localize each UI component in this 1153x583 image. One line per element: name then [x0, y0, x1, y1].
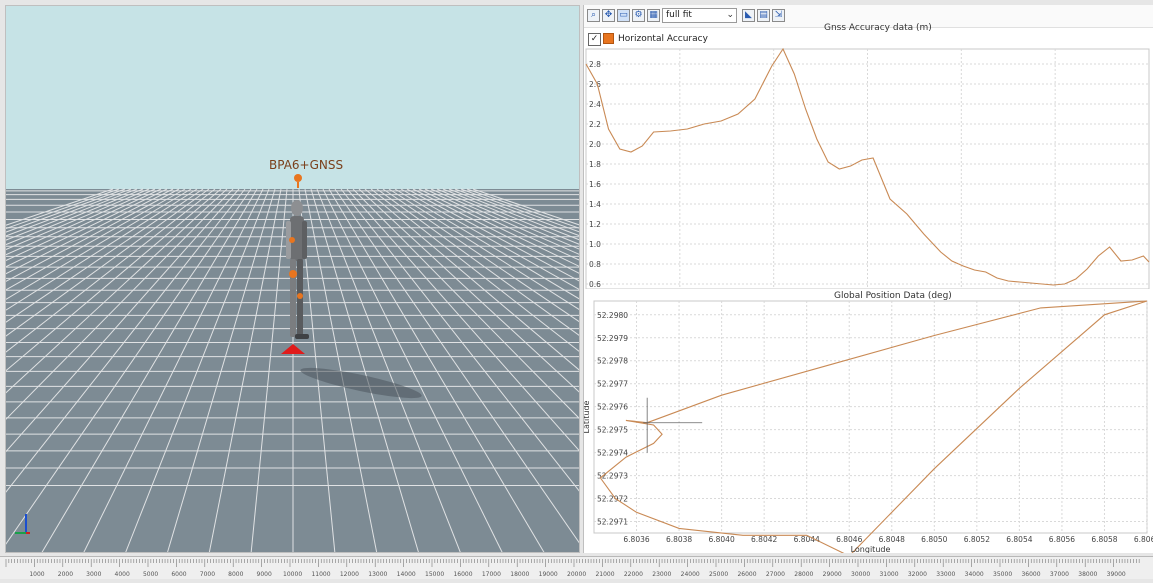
timeline-label: 37000	[1050, 571, 1069, 578]
x-tick-label: 6.8052	[964, 535, 990, 544]
y-tick-label: 52.2971	[597, 518, 628, 527]
avatar-label: BPA6+GNSS	[269, 158, 344, 172]
timeline-label: 26000	[737, 571, 756, 578]
x-tick-label: 6.8058	[1091, 535, 1117, 544]
avatar-arm	[302, 221, 307, 259]
timeline-label: 18000	[510, 571, 529, 578]
scene-canvas[interactable]	[6, 6, 580, 553]
timeline-label: 1000	[29, 571, 44, 578]
timeline-label: 33000	[936, 571, 955, 578]
timeline-label: 35000	[993, 571, 1012, 578]
timeline-label: 12000	[340, 571, 359, 578]
position-chart[interactable]: 52.297152.297252.297352.297452.297552.29…	[584, 289, 1153, 553]
y-tick-label: 52.2972	[597, 495, 628, 504]
timeline-label: 17000	[482, 571, 501, 578]
x-tick-label: 6.8048	[879, 535, 905, 544]
y-tick-label: 1.6	[589, 180, 601, 189]
x-tick-label: 6.8046	[836, 535, 862, 544]
x-tick-label: 6.8036	[623, 535, 649, 544]
timeline-label: 30000	[851, 571, 870, 578]
timeline-label: 22000	[624, 571, 643, 578]
timeline-label: 5000	[143, 571, 158, 578]
timeline-label: 13000	[368, 571, 387, 578]
x-tick-label: 6.8050	[921, 535, 947, 544]
timeline-label: 39000	[1107, 571, 1126, 578]
y-tick-label: 2.8	[589, 60, 601, 69]
y-tick-label: 52.2975	[597, 426, 628, 435]
location-pin-icon	[294, 174, 302, 182]
timeline-label: 19000	[539, 571, 558, 578]
timeline-label: 21000	[595, 571, 614, 578]
timeline-ruler[interactable]: 1000 2000 3000 4000 5000 6000 7000 8000 9000 1000…	[0, 556, 1153, 579]
y-tick-label: 0.6	[589, 280, 601, 289]
y-tick-label: 2.2	[589, 120, 601, 129]
y-tick-label: 1.8	[589, 160, 601, 169]
x-tick-label: 6.8056	[1049, 535, 1075, 544]
timeline-label: 6000	[171, 571, 186, 578]
timeline-label: 25000	[709, 571, 728, 578]
avatar-head	[291, 200, 303, 216]
timeline-label: 20000	[567, 571, 586, 578]
y-tick-label: 0.8	[589, 260, 601, 269]
y-tick-label: 2.6	[589, 80, 601, 89]
y-tick-label: 1.2	[589, 220, 601, 229]
y-tick-label: 1.4	[589, 200, 601, 209]
timeline-label: 4000	[115, 571, 130, 578]
x-tick-label: 6.8060	[1134, 535, 1153, 544]
timeline-label: 14000	[397, 571, 416, 578]
timeline-label: 36000	[1021, 571, 1040, 578]
timeline-label: 27000	[766, 571, 785, 578]
x-tick-label: 6.8054	[1006, 535, 1032, 544]
y-tick-label: 1.0	[589, 240, 601, 249]
timeline-label: 23000	[652, 571, 671, 578]
timeline-label: 38000	[1078, 571, 1097, 578]
avatar-joint	[289, 237, 295, 243]
y-tick-label: 52.2976	[597, 403, 628, 412]
avatar-foot	[295, 334, 309, 339]
timeline-label: 2000	[58, 571, 73, 578]
timeline-canvas[interactable]: 1000 2000 3000 4000 5000 6000 7000 8000 9000 1000…	[0, 557, 1153, 579]
avatar-joint	[289, 270, 297, 278]
y-tick-label: 2.0	[589, 140, 601, 149]
timeline-label: 15000	[425, 571, 444, 578]
x-axis-title: Longitude	[851, 545, 891, 553]
y-tick-label: 52.2980	[597, 311, 628, 320]
y-tick-label: 2.4	[589, 100, 601, 109]
timeline-label: 10000	[283, 571, 302, 578]
timeline-label: 8000	[228, 571, 243, 578]
accuracy-chart[interactable]: 0.6 0.8 1.0 1.2 1.4 1.6 1.8 2.0 2.2 2.4 2.6 2.8	[584, 5, 1153, 289]
y-axis-title: Latitude	[584, 400, 591, 433]
avatar-joint	[297, 293, 303, 299]
timeline-label: 9000	[257, 571, 272, 578]
timeline-label: 29000	[823, 571, 842, 578]
chart-panel: ⌕ ✥ ▭ ⚙ ▦ full fit ⌄ ◣ ▤ ⇲ ✓ Horizontal …	[583, 5, 1153, 553]
y-tick-label: 52.2978	[597, 357, 628, 366]
timeline-label: 31000	[879, 571, 898, 578]
3d-viewport[interactable]: BPA6+GNSS	[5, 5, 580, 553]
x-tick-label: 6.8042	[751, 535, 777, 544]
timeline-label: 11000	[311, 571, 330, 578]
timeline-label: 32000	[908, 571, 927, 578]
timeline-label: 16000	[453, 571, 472, 578]
timeline-label: 24000	[681, 571, 700, 578]
timeline-label: 7000	[200, 571, 215, 578]
x-tick-label: 6.8040	[708, 535, 734, 544]
timeline-label: 28000	[794, 571, 813, 578]
timeline-label: 34000	[965, 571, 984, 578]
y-tick-label: 52.2979	[597, 334, 628, 343]
y-tick-label: 52.2974	[597, 449, 628, 458]
x-tick-label: 6.8038	[666, 535, 692, 544]
y-tick-label: 52.2977	[597, 380, 628, 389]
timeline-label: 3000	[86, 571, 101, 578]
